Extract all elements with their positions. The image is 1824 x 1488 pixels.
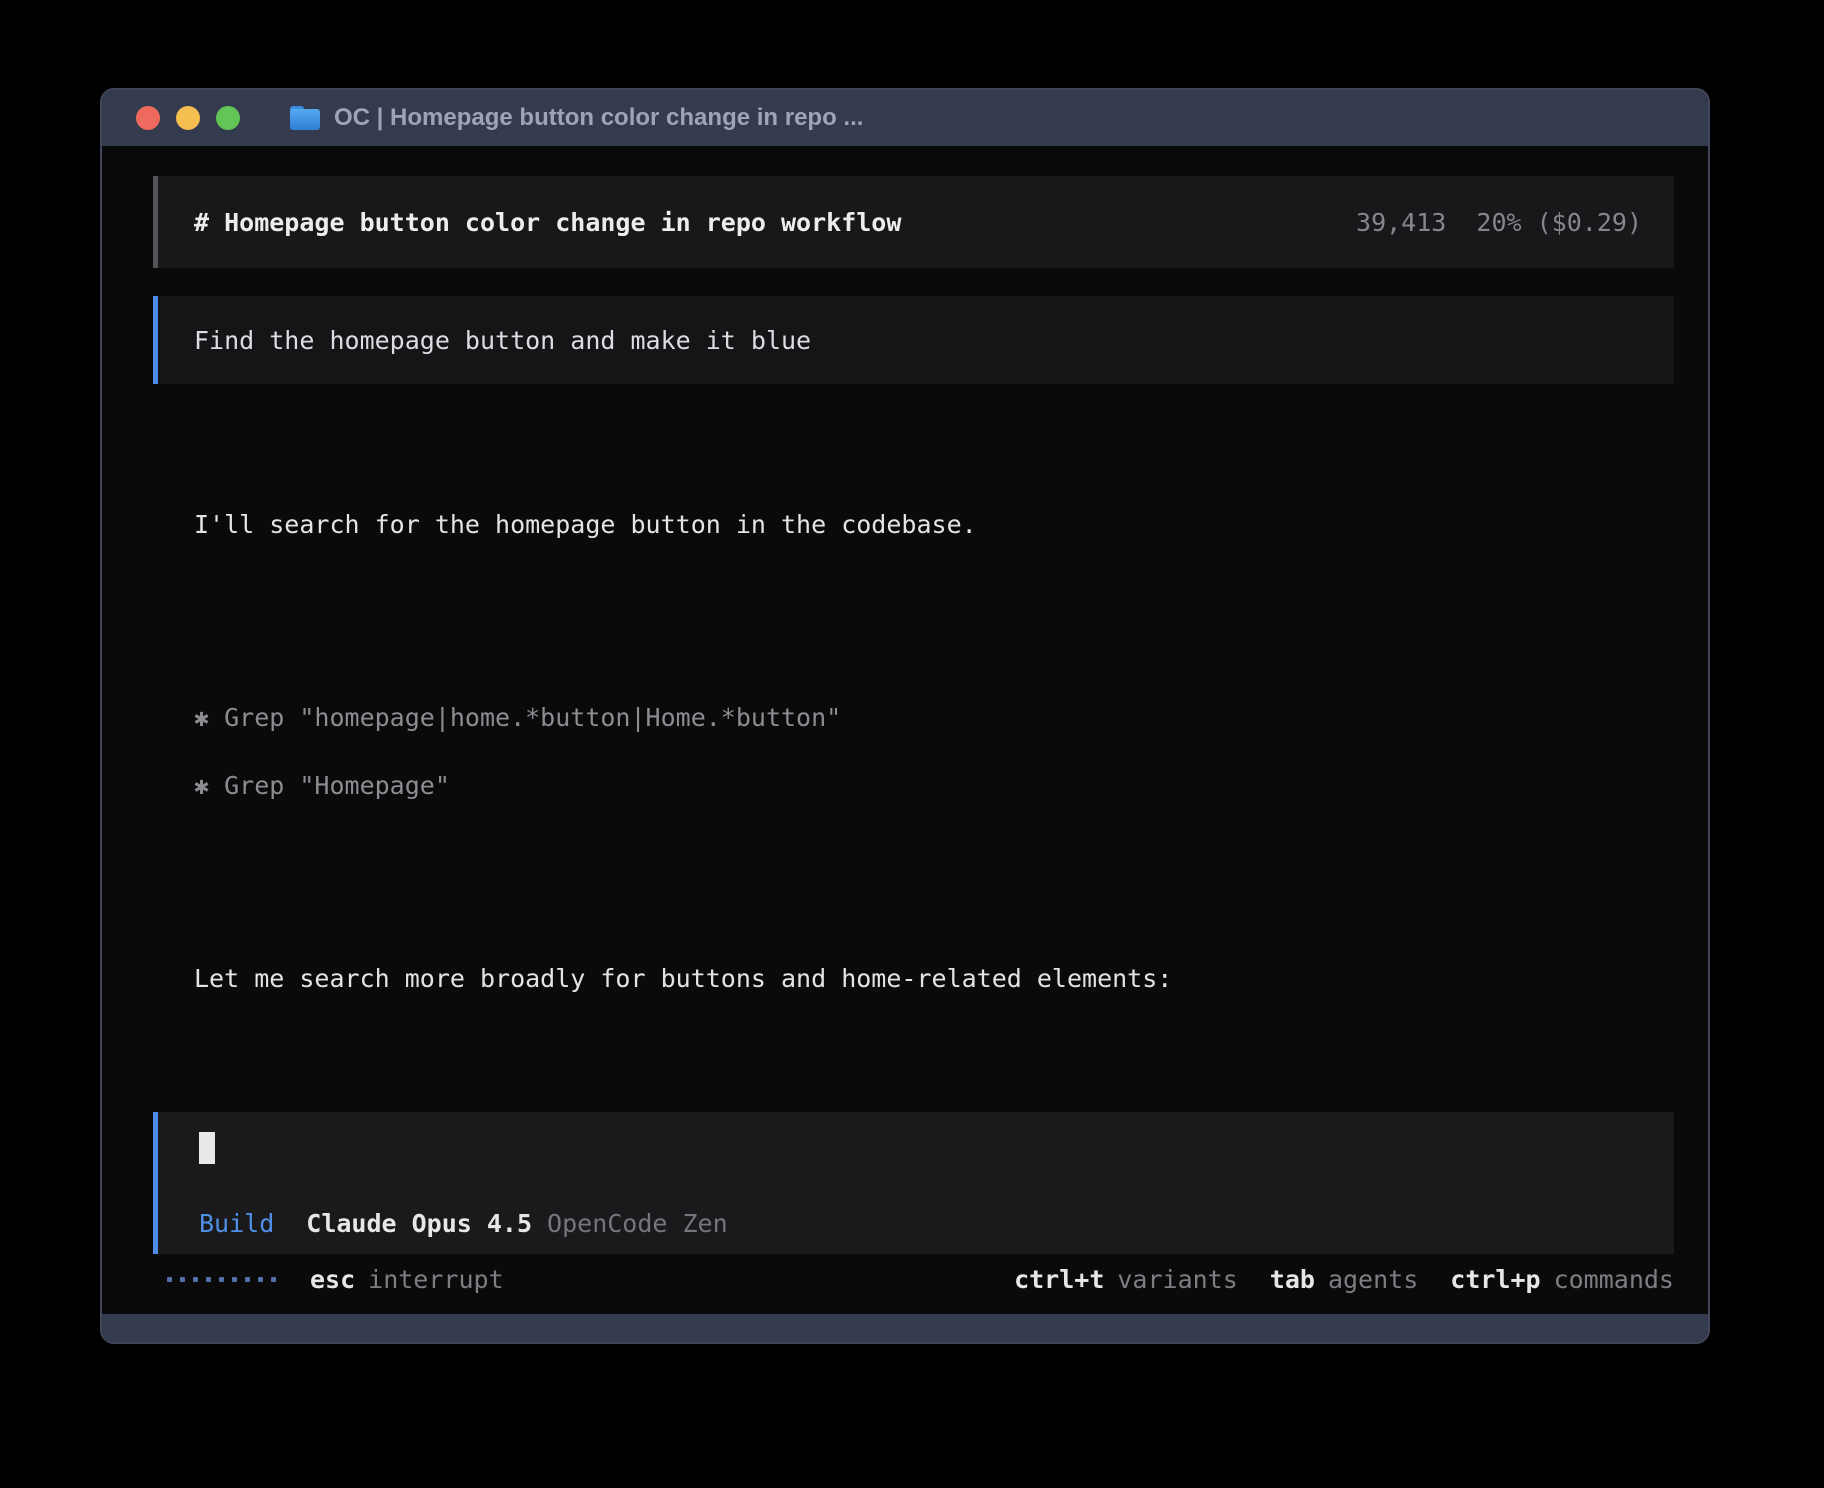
shortcut-agents[interactable]: tab agents [1270,1265,1418,1294]
shortcut-key: tab [1270,1265,1315,1294]
shortcut-interrupt[interactable]: esc interrupt [310,1265,504,1294]
progress-spinner [167,1277,276,1282]
assistant-paragraph: Let me search more broadly for buttons a… [194,926,1682,1032]
input-provider-label: OpenCode Zen [547,1209,728,1238]
folder-icon [290,106,320,130]
input-model-label[interactable]: Claude Opus 4.5 [306,1209,532,1238]
spinner-dot [206,1277,211,1282]
input-agent-label[interactable]: Build [199,1209,274,1238]
shortcut-label: interrupt [368,1265,503,1294]
session-header: # Homepage button color change in repo w… [153,176,1674,268]
spinner-dot [193,1277,198,1282]
spinner-dot [271,1277,276,1282]
shortcut-commands[interactable]: ctrl+p commands [1450,1265,1674,1294]
shortcut-variants[interactable]: ctrl+t variants [1014,1265,1238,1294]
tool-call-grep[interactable]: ✱ Grep "Homepage" [194,771,1682,801]
prompt-input[interactable]: Build Claude Opus 4.5 OpenCode Zen [153,1112,1674,1254]
session-stats: 39,413 20% ($0.29) [1356,208,1642,237]
shortcut-label: agents [1328,1265,1418,1294]
window-bottom-bar [102,1314,1708,1342]
maximize-button[interactable] [216,106,240,130]
assistant-text-line: Let me search more broadly for buttons a… [194,964,1682,994]
close-button[interactable] [136,106,160,130]
user-message: Find the homepage button and make it blu… [153,296,1674,384]
window-titlebar[interactable]: OC | Homepage button color change in rep… [102,90,1708,146]
shortcut-key: ctrl+t [1014,1265,1104,1294]
window-title: OC | Homepage button color change in rep… [334,104,863,132]
terminal-window: OC | Homepage button color change in rep… [100,88,1710,1344]
spinner-dot [232,1277,237,1282]
shortcut-label: variants [1117,1265,1237,1294]
shortcut-key: ctrl+p [1450,1265,1540,1294]
user-message-text: Find the homepage button and make it blu… [194,326,811,355]
assistant-text-line: I'll search for the homepage button in t… [194,510,1682,540]
spinner-dot [180,1277,185,1282]
spinner-dot [245,1277,250,1282]
session-title: # Homepage button color change in repo w… [194,208,901,237]
minimize-button[interactable] [176,106,200,130]
assistant-paragraph: I'll search for the homepage button in t… [194,472,1682,578]
shortcut-label: commands [1554,1265,1674,1294]
desktop-background: OC | Homepage button color change in rep… [0,0,1824,1488]
shortcut-key: esc [310,1265,355,1294]
spinner-dot [167,1277,172,1282]
text-cursor [199,1132,215,1164]
status-bar: esc interrupt ctrl+t variants tab agents… [167,1264,1674,1294]
tool-call-grep[interactable]: ✱ Grep "homepage|home.*button|Home.*butt… [194,703,1682,733]
spinner-dot [258,1277,263,1282]
spinner-dot [219,1277,224,1282]
tool-call-group: ✱ Grep "homepage|home.*button|Home.*butt… [194,665,1682,839]
